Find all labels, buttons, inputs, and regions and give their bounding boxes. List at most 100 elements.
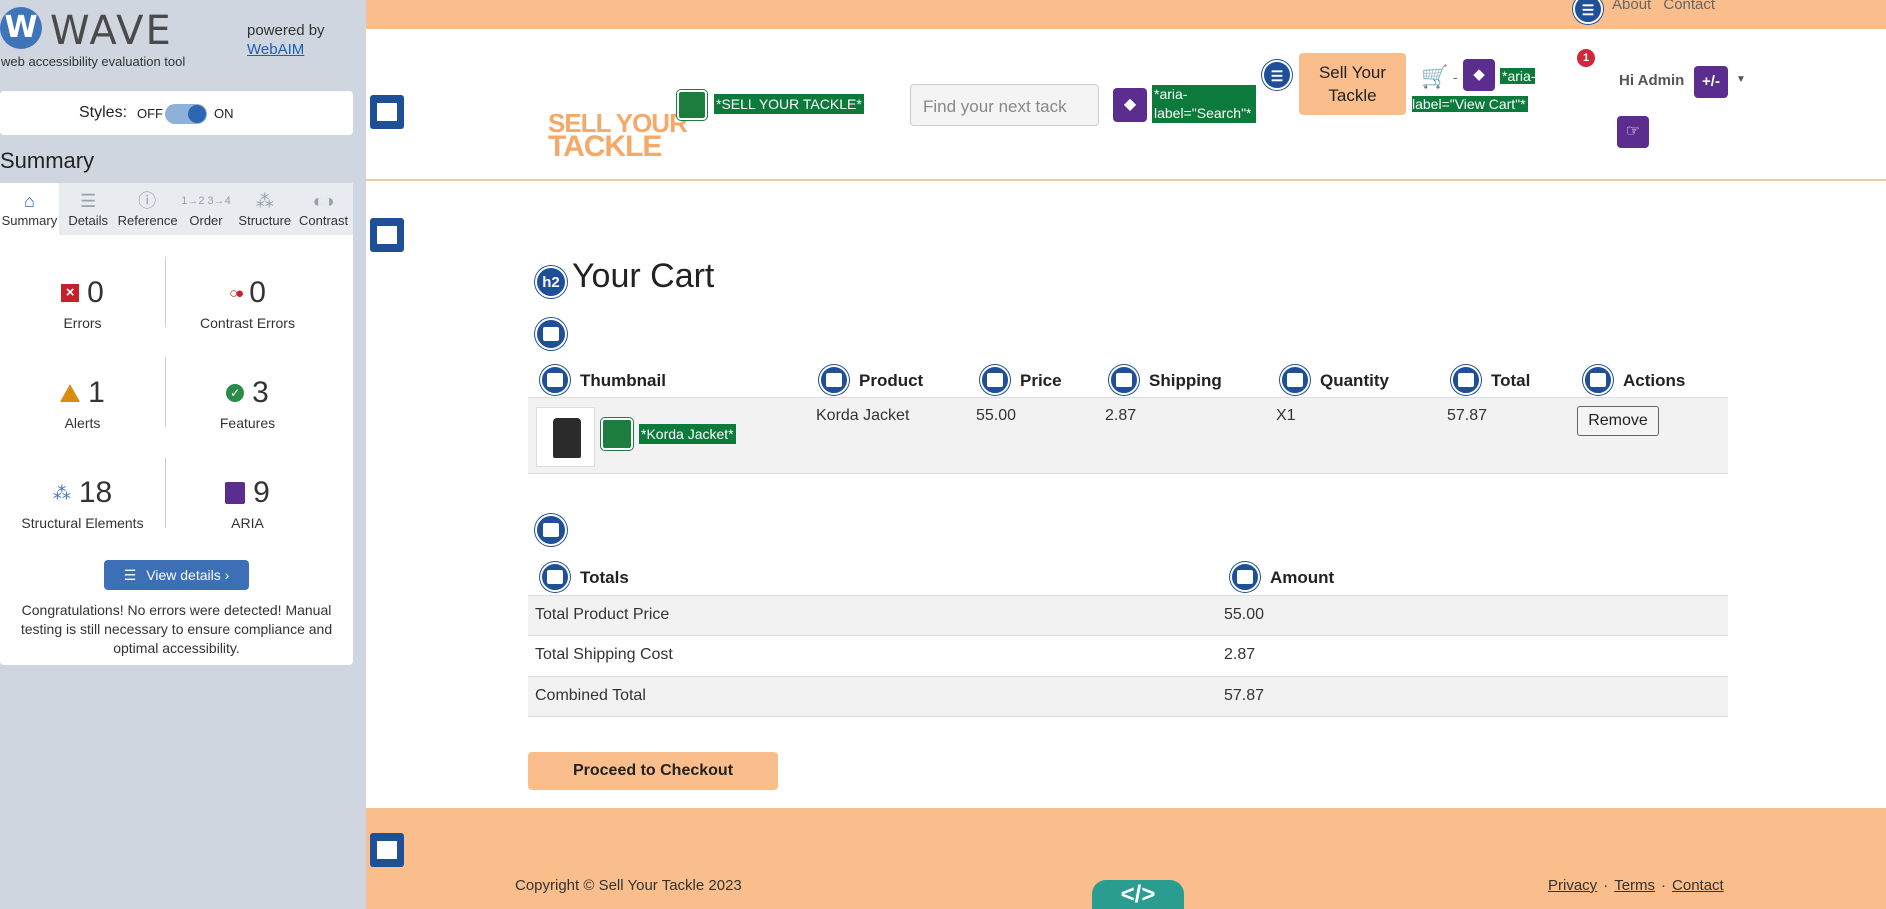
code-view-button[interactable]: </> <box>1092 880 1184 909</box>
view-details-label: View details › <box>146 567 230 583</box>
tab-label: Details <box>68 213 109 228</box>
wave-linked-image-icon[interactable] <box>677 90 707 120</box>
wave-table-icon[interactable] <box>535 318 567 350</box>
view-details-button[interactable]: ☰ View details › <box>104 560 249 590</box>
stat-alerts[interactable]: 1 Alerts <box>0 373 165 463</box>
stat-structural[interactable]: ⁂ 18 Structural Elements <box>0 473 165 563</box>
structure-icon: ⁂ <box>255 191 274 211</box>
terms-link[interactable]: Terms <box>1614 877 1655 894</box>
tab-summary[interactable]: ⌂ Summary <box>0 183 59 235</box>
table-grid-icon <box>1287 373 1303 387</box>
list-icon: ☰ <box>80 191 97 211</box>
errors-label: Errors <box>63 315 102 331</box>
totals-label: Total Shipping Cost <box>535 646 673 663</box>
wave-image-alt-icon[interactable] <box>601 418 633 450</box>
table-row: Total Product Price 55.00 <box>528 595 1728 636</box>
tab-details[interactable]: ☰ Details <box>59 183 118 235</box>
cart-aria-label-box: *aria-label="View Cart"* <box>1412 62 1536 118</box>
table-header-icon[interactable] <box>540 365 570 395</box>
home-icon: ⌂ <box>23 191 35 211</box>
product-image-alt: *Korda Jacket* <box>639 424 736 444</box>
table-header-icon[interactable] <box>819 365 849 395</box>
remove-button[interactable]: Remove <box>1577 406 1659 436</box>
wave-header-region-icon[interactable] <box>370 95 404 129</box>
error-icon: × <box>61 284 80 302</box>
footer-contact-link[interactable]: Contact <box>1672 877 1724 894</box>
styles-toggle-panel: Styles: OFF ON <box>0 91 353 135</box>
features-count: 3 <box>252 376 269 409</box>
wave-main-region-icon[interactable] <box>370 218 404 252</box>
totals-value: 57.87 <box>1224 687 1265 704</box>
table-header-icon[interactable] <box>1280 365 1310 395</box>
wave-logo-icon: W <box>0 7 42 49</box>
styles-toggle[interactable] <box>165 104 207 124</box>
footer-links: Privacy · Terms · Contact <box>1548 877 1724 894</box>
page-title: Your Cart <box>572 257 715 295</box>
tab-label: Reference <box>117 213 178 228</box>
column-header-price: Price <box>1020 371 1062 390</box>
info-icon: ⓘ <box>138 191 157 211</box>
logo-line2: TACKLE <box>548 130 662 163</box>
top-bar: ☰ About Contact <box>366 0 1886 29</box>
tab-reference[interactable]: ⓘ Reference <box>117 183 178 235</box>
table-header-icon[interactable] <box>1230 562 1260 592</box>
table-grid-icon <box>1458 373 1474 387</box>
aria-icon <box>225 482 246 504</box>
stat-features[interactable]: ✓ 3 Features <box>165 373 330 463</box>
table-grid-icon <box>543 523 559 537</box>
webaim-link[interactable]: WebAIM <box>247 40 325 59</box>
tab-contrast[interactable]: ◐◑ Contrast <box>294 183 353 235</box>
summary-panel: ⌂ Summary ☰ Details ⓘ Reference 1→2 3→4 Orde… <box>0 183 353 665</box>
table-header-icon[interactable] <box>1583 365 1613 395</box>
jacket-image <box>553 418 581 458</box>
wave-footer-region-icon[interactable] <box>370 833 404 867</box>
product-total: 57.87 <box>1447 407 1488 424</box>
tab-order[interactable]: 1→2 3→4 Order <box>177 183 236 235</box>
search-input[interactable]: Find your next tack <box>910 84 1099 126</box>
table-header-icon[interactable] <box>1109 365 1139 395</box>
styles-on-label: ON <box>214 106 234 121</box>
powered-by: powered by WebAIM <box>247 21 325 59</box>
sell-your-tackle-button[interactable]: Sell Your Tackle <box>1299 53 1406 115</box>
alert-icon <box>60 384 81 402</box>
contact-link[interactable]: Contact <box>1663 0 1715 13</box>
wave-header: W WAVE web accessibility evaluation tool… <box>0 0 366 72</box>
column-header-shipping: Shipping <box>1149 371 1222 390</box>
heading-level-icon[interactable]: h2 <box>535 266 567 298</box>
column-header-quantity: Quantity <box>1320 371 1389 390</box>
separator: · <box>1603 877 1609 894</box>
stat-divider <box>165 357 166 427</box>
wave-list-icon[interactable]: ☰ <box>1573 0 1603 24</box>
about-link[interactable]: About <box>1612 0 1651 13</box>
privacy-link[interactable]: Privacy <box>1548 877 1597 894</box>
list-icon: ☰ <box>123 566 137 583</box>
stat-aria[interactable]: 9 ARIA <box>165 473 330 563</box>
user-greeting[interactable]: Hi Admin <box>1619 72 1684 89</box>
site-footer: Copyright © Sell Your Tackle 2023 </> Pr… <box>366 808 1886 909</box>
page-content: ☰ About Contact SELL YOUR TACKLE *SELL Y… <box>366 0 1886 909</box>
product-thumbnail <box>536 407 595 467</box>
tab-structure[interactable]: ⁂ Structure <box>235 183 294 235</box>
wave-table-icon[interactable] <box>535 514 567 546</box>
table-row: *Korda Jacket* Korda Jacket 55.00 2.87 X… <box>528 397 1728 474</box>
proceed-to-checkout-button[interactable]: Proceed to Checkout <box>528 752 778 790</box>
aria-plusminus-icon[interactable]: +/- <box>1694 66 1728 98</box>
site-logo[interactable]: SELL YOUR TACKLE <box>548 110 688 163</box>
aria-tabindex-icon[interactable]: ☞ <box>1617 116 1649 148</box>
totals-table: Totals Amount Total Product Price 55.00 … <box>528 561 1728 717</box>
aria-tag-icon[interactable]: ◆ <box>1113 88 1147 122</box>
stat-divider <box>165 458 166 528</box>
table-header-icon[interactable] <box>540 562 570 592</box>
stat-errors[interactable]: × 0 Errors <box>0 273 165 363</box>
stat-contrast-errors[interactable]: ○● 0 Contrast Errors <box>165 273 330 363</box>
table-grid-icon <box>987 373 1003 387</box>
chevron-down-icon[interactable]: ▼ <box>1736 74 1746 85</box>
table-header-icon[interactable] <box>980 365 1010 395</box>
column-header-actions: Actions <box>1623 371 1686 390</box>
powered-by-label: powered by <box>247 22 325 39</box>
table-grid-icon <box>826 373 842 387</box>
wave-logo-text: WAVE <box>50 8 173 54</box>
wave-nav-list-icon[interactable]: ☰ <box>1262 60 1292 90</box>
table-header-icon[interactable] <box>1451 365 1481 395</box>
contrast-errors-count: 0 <box>249 276 266 309</box>
